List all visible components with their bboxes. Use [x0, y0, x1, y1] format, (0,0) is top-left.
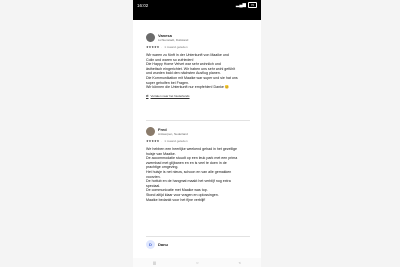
review-card: D Danu	[146, 240, 250, 249]
sheet-top	[142, 20, 252, 28]
review-text: We hebben een heerlijke weekend gehad in…	[146, 147, 250, 202]
divider	[146, 236, 250, 237]
top-app-bar	[133, 10, 261, 20]
review-meta: ★★★★★ · 1 maand geleden	[146, 45, 188, 49]
review-text: Wir waren zu fünft in der Unterkunft von…	[146, 53, 250, 90]
star-rating: ★★★★★	[146, 139, 160, 143]
reviewer-name: Danu	[158, 242, 168, 247]
review-line: Maaike bedankt voor het fijne verblijf!	[146, 197, 206, 202]
review-line: Die Kommunikation mit Maaike war super u…	[146, 75, 238, 80]
divider	[146, 120, 250, 121]
review-line: We hebben een heerlijke weekend gehad in…	[146, 147, 238, 151]
star-rating: ★★★★★	[146, 45, 160, 49]
translate-label: Vertalen naar het Nederlands	[150, 93, 190, 98]
home-button[interactable]: ○	[196, 260, 198, 265]
review-date: 1 maand geleden	[164, 45, 188, 49]
status-bar: 16:02 ▂▄▆ 70	[133, 0, 261, 10]
avatar[interactable]	[146, 33, 155, 42]
reviewer-header[interactable]: Vanesa Lichtenstadt, Duitsland	[146, 33, 250, 42]
signal-icon: ▂▄▆	[235, 2, 246, 7]
reviewer-header[interactable]: D Danu	[146, 240, 250, 249]
review-card: Fred Antwerpen, Nederland ★★★★★ · 1 maan…	[146, 127, 250, 202]
phone-screen: 16:02 ▂▄▆ 70 Vanesa Lichtenstadt, Duitsl…	[133, 0, 261, 267]
reviewer-header[interactable]: Fred Antwerpen, Nederland	[146, 127, 250, 136]
review-line: Wir können die Unterkunft nur empfehlen!…	[146, 85, 230, 90]
battery-icon: 70	[248, 2, 257, 8]
translate-icon: ⇄	[146, 93, 149, 98]
review-meta: ★★★★★ · 1 maand geleden	[146, 139, 188, 143]
reviewer-location: Lichtenstadt, Duitsland	[158, 38, 189, 42]
back-button[interactable]: <	[239, 260, 241, 265]
avatar[interactable]: D	[146, 240, 155, 249]
avatar[interactable]	[146, 127, 155, 136]
review-date: 1 maand geleden	[164, 139, 188, 143]
status-time: 16:02	[137, 2, 149, 8]
system-nav-bar: ||| ○ <	[133, 258, 261, 267]
translate-link[interactable]: ⇄ Vertalen naar het Nederlands	[146, 94, 250, 98]
review-card: Vanesa Lichtenstadt, Duitsland ★★★★★ · 1…	[146, 33, 250, 98]
reviewer-location: Antwerpen, Nederland	[158, 132, 188, 136]
recent-apps-button[interactable]: |||	[153, 260, 156, 265]
